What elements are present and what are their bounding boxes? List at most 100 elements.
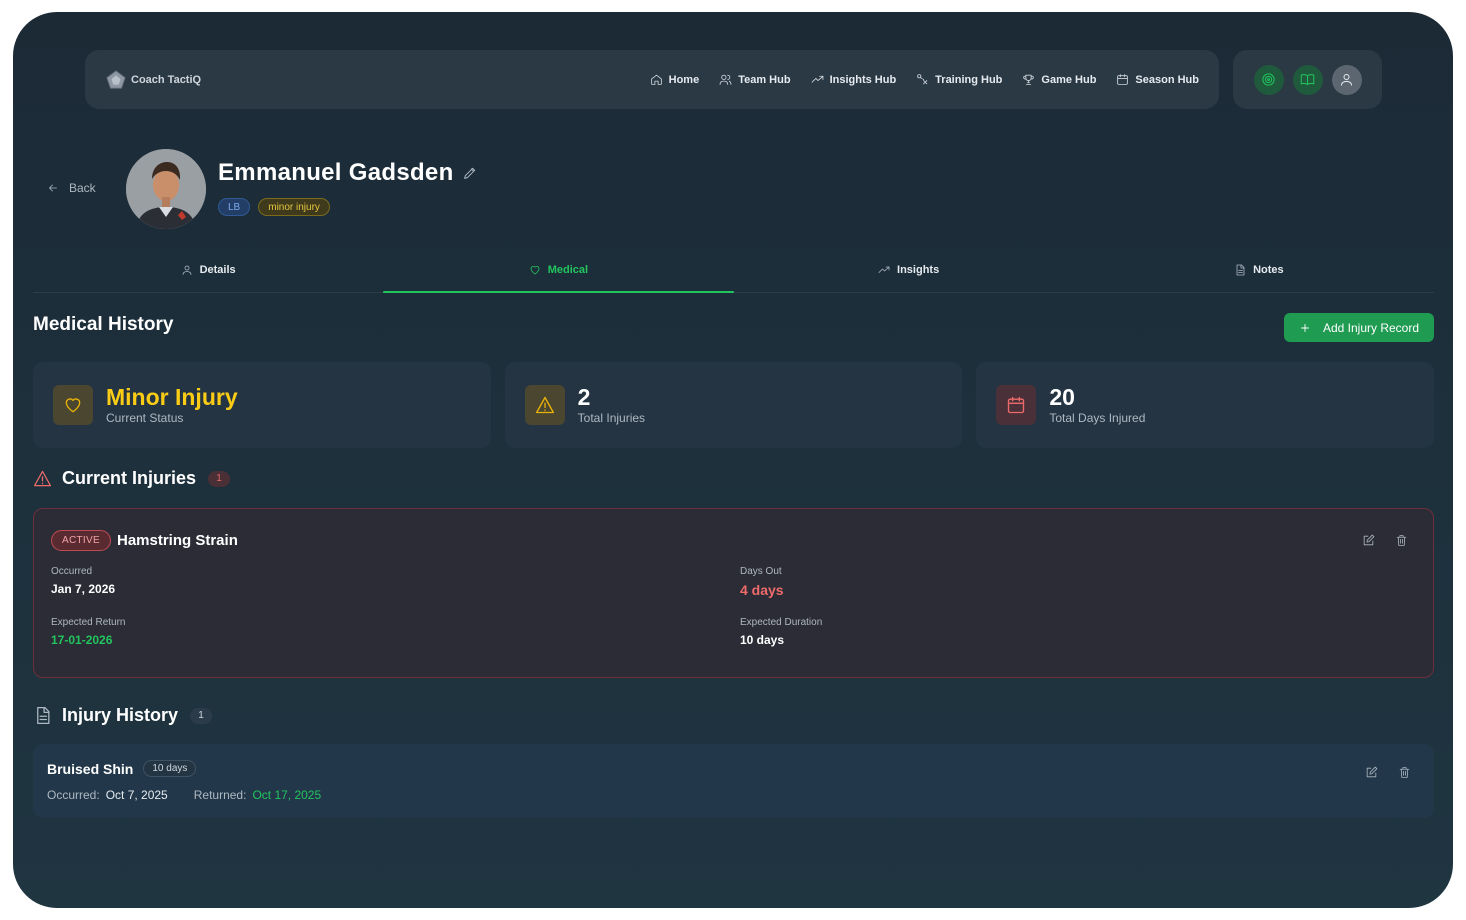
stat-value: Minor Injury: [106, 383, 238, 410]
history-dates: Occurred: Oct 7, 2025 Returned: Oct 17, …: [47, 788, 321, 802]
injury-history-heading: Injury History 1: [33, 705, 213, 726]
edit-icon[interactable]: [1365, 766, 1378, 779]
status-badge: minor injury: [258, 198, 330, 216]
tab-notes-label: Notes: [1253, 264, 1284, 276]
expected-return-field: Expected Return 17-01-2026: [51, 617, 126, 647]
target-button[interactable]: [1253, 64, 1284, 95]
pentagon-logo-icon: [106, 69, 126, 89]
days-out-label: Days Out: [740, 566, 782, 577]
trophy-icon: [1023, 74, 1035, 85]
player-photo: [126, 149, 206, 229]
nav-season-hub[interactable]: Season Hub: [1116, 73, 1199, 86]
tactics-icon: [917, 74, 928, 85]
playbook-button[interactable]: [1292, 64, 1323, 95]
card-actions: [1362, 534, 1408, 547]
stat-value: 2: [577, 383, 591, 410]
expected-duration-value: 10 days: [740, 633, 785, 647]
nav-training-hub-label: Training Hub: [935, 73, 1003, 86]
back-label: Back: [69, 181, 96, 195]
tab-insights-label: Insights: [897, 264, 940, 276]
warning-icon: [33, 470, 52, 487]
profile-tabs: Details Medical Insights Notes: [33, 248, 1434, 293]
heart-icon: [530, 266, 540, 275]
trend-icon: [878, 266, 890, 273]
top-nav: Coach TactiQ Home Team Hub Insights Hub …: [85, 50, 1219, 109]
stat-icon-box: [996, 385, 1037, 425]
tab-insights[interactable]: Insights: [734, 248, 1084, 292]
add-injury-record-button[interactable]: Add Injury Record: [1284, 313, 1434, 342]
brand-logo[interactable]: Coach TactiQ: [105, 69, 201, 91]
duration-badge: 10 days: [143, 760, 197, 777]
tab-notes[interactable]: Notes: [1084, 248, 1434, 292]
current-injury-card: ACTIVE Hamstring Strain Occurred Jan 7, …: [33, 508, 1434, 678]
warning-icon: [535, 396, 554, 414]
nav-team-hub-label: Team Hub: [738, 73, 791, 86]
nav-insights-hub[interactable]: Insights Hub: [811, 73, 897, 86]
injury-history-title: Injury History: [62, 705, 179, 725]
avatar: [126, 149, 206, 229]
user-icon: [1341, 74, 1352, 86]
player-name-text: Emmanuel Gadsden: [218, 159, 454, 186]
stat-label: Current Status: [106, 411, 184, 426]
stat-total-days-injured: 20 Total Days Injured: [976, 362, 1435, 448]
edit-icon[interactable]: [1362, 534, 1375, 547]
user-icon: [182, 265, 191, 275]
nav-home[interactable]: Home: [650, 73, 700, 86]
returned-value: Oct 17, 2025: [252, 788, 322, 802]
arrow-left-icon: [49, 184, 57, 192]
pencil-icon[interactable]: [462, 165, 478, 181]
home-icon: [650, 74, 662, 85]
stat-icon-box: [53, 385, 93, 425]
tab-details-label: Details: [199, 264, 236, 276]
trash-icon[interactable]: [1398, 766, 1411, 779]
book-icon: [1300, 74, 1315, 85]
stat-value: 20: [1049, 383, 1075, 410]
history-injury-name: Bruised Shin 10 days: [47, 760, 197, 777]
trend-icon: [811, 75, 823, 83]
brand-name: Coach TactiQ: [131, 73, 202, 86]
calendar-icon: [1008, 396, 1025, 414]
target-icon: [1262, 73, 1275, 86]
trash-icon[interactable]: [1395, 534, 1408, 547]
stat-label: Total Days Injured: [1049, 411, 1146, 426]
nav-season-hub-label: Season Hub: [1135, 73, 1199, 86]
profile-button[interactable]: [1331, 64, 1362, 95]
nav-game-hub[interactable]: Game Hub: [1022, 73, 1096, 86]
add-injury-record-label: Add Injury Record: [1322, 320, 1420, 335]
returned-label: Returned:: [193, 788, 247, 802]
heart-icon: [65, 398, 81, 413]
days-out-field: Days Out 4 days: [740, 566, 784, 598]
plus-icon: [1301, 323, 1309, 332]
current-injuries-count: 1: [208, 470, 231, 487]
card-actions: [1365, 766, 1411, 779]
nav-home-label: Home: [668, 73, 700, 86]
tab-medical[interactable]: Medical: [383, 248, 734, 293]
nav-insights-hub-label: Insights Hub: [829, 73, 897, 86]
occurred-label: Occurred: [51, 566, 93, 577]
occurred-label: Occurred:: [47, 788, 100, 802]
back-button[interactable]: Back: [47, 181, 96, 195]
expected-return-value: 17-01-2026: [51, 633, 113, 647]
section-title: Medical History: [33, 314, 174, 335]
nav-links: Home Team Hub Insights Hub Training Hub …: [650, 73, 1199, 86]
stat-label: Total Injuries: [577, 411, 646, 426]
current-injuries-heading: Current Injuries 1: [33, 468, 231, 489]
injury-name: Hamstring Strain: [117, 532, 238, 549]
tab-medical-label: Medical: [547, 264, 589, 276]
occurred-value: Oct 7, 2025: [105, 788, 168, 802]
app-window: Coach TactiQ Home Team Hub Insights Hub …: [13, 12, 1453, 908]
expected-duration-field: Expected Duration 10 days: [740, 617, 822, 647]
occurred-field: Occurred Jan 7, 2026: [51, 566, 115, 596]
nav-team-hub[interactable]: Team Hub: [719, 73, 791, 86]
days-out-value: 4 days: [740, 582, 784, 598]
occurred-value: Jan 7, 2026: [51, 582, 116, 596]
history-injury-name-text: Bruised Shin: [47, 760, 134, 777]
nav-training-hub[interactable]: Training Hub: [916, 73, 1002, 86]
list-item: Bruised Shin 10 days Occurred: Oct 7, 20…: [33, 744, 1434, 818]
current-injuries-title: Current Injuries: [62, 468, 197, 488]
player-name: Emmanuel Gadsden: [218, 159, 478, 187]
calendar-icon: [1117, 74, 1129, 85]
users-icon: [719, 74, 732, 85]
tab-details[interactable]: Details: [33, 248, 383, 292]
